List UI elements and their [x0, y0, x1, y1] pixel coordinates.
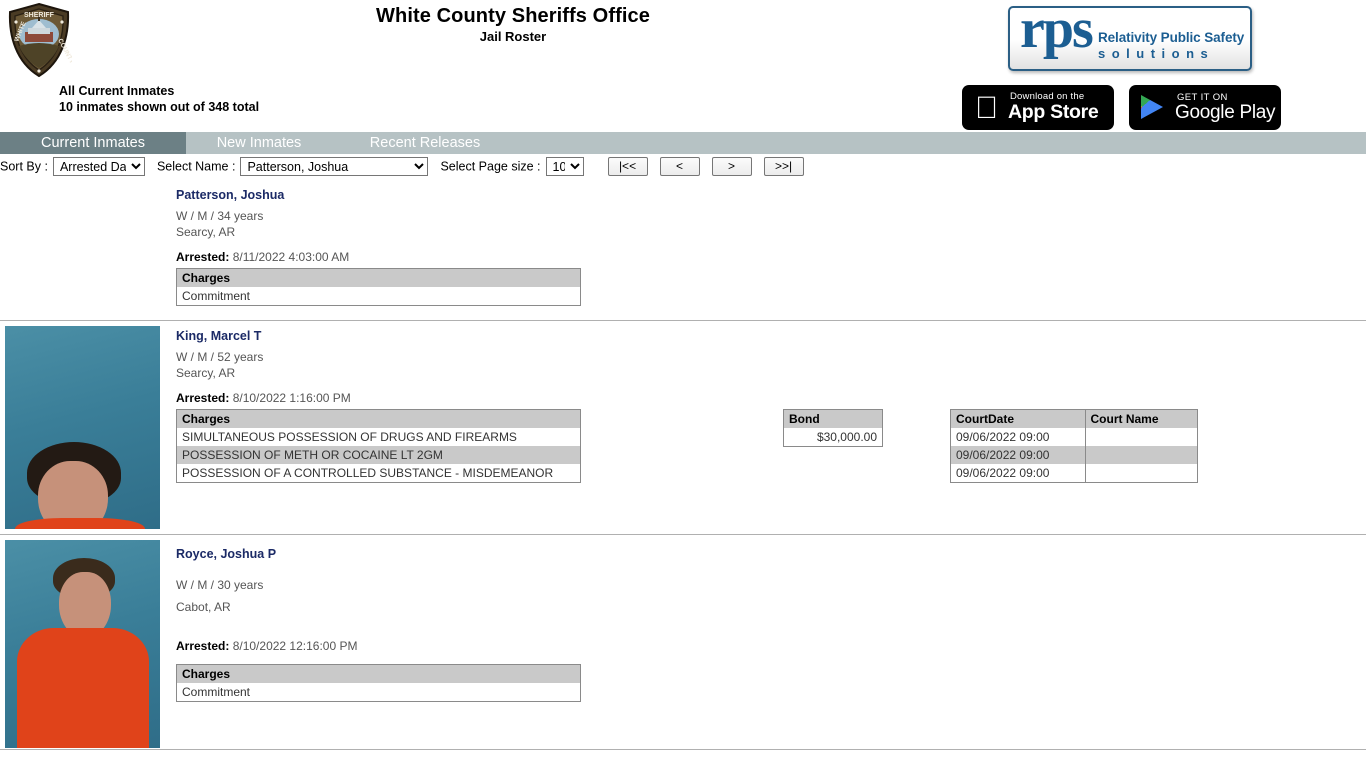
inmate-tables: Charges SIMULTANEOUS POSSESSION OF DRUGS…: [176, 409, 1366, 483]
arrested-value: 8/10/2022 1:16:00 PM: [232, 391, 351, 405]
bond-header: Bond: [783, 409, 883, 428]
charges-table: Charges Commitment: [176, 268, 581, 306]
google-play-icon: [1141, 95, 1163, 119]
inmate-name-link[interactable]: Royce, Joshua P: [176, 547, 276, 561]
arrested-value: 8/11/2022 4:03:00 AM: [232, 250, 350, 264]
inmate-record: King, Marcel T W / M / 52 years Searcy, …: [0, 321, 1366, 535]
table-row: POSSESSION OF A CONTROLLED SUBSTANCE - M…: [176, 464, 581, 483]
sort-by-label: Sort By :: [0, 159, 48, 174]
inmate-arrested: Arrested: 8/11/2022 4:03:00 AM: [176, 250, 1366, 264]
charge-cell: POSSESSION OF METH OR COCAINE LT 2GM: [176, 446, 581, 464]
inmate-mugshot: [5, 326, 160, 529]
court-name-cell: [1084, 428, 1198, 446]
table-row: POSSESSION OF METH OR COCAINE LT 2GM: [176, 446, 581, 464]
inmate-arrested: Arrested: 8/10/2022 1:16:00 PM: [176, 391, 1366, 405]
court-date-cell: 09/06/2022 09:00: [950, 428, 1086, 446]
court-name-cell: [1084, 464, 1198, 483]
inmate-city: Searcy, AR: [176, 225, 236, 239]
page-size-label: Select Page size :: [440, 159, 541, 174]
inmate-city: Searcy, AR: [176, 366, 236, 380]
title-block: White County Sheriffs Office Jail Roster: [0, 5, 1026, 46]
arrested-label: Arrested:: [176, 391, 230, 405]
summary-line-2: 10 inmates shown out of 348 total: [59, 99, 260, 114]
charge-cell: POSSESSION OF A CONTROLLED SUBSTANCE - M…: [176, 464, 581, 483]
charges-header: Charges: [176, 664, 581, 683]
arrested-value: 8/10/2022 12:16:00 PM: [232, 639, 358, 653]
inmate-details: Royce, Joshua P W / M / 30 years Cabot, …: [170, 535, 1366, 710]
court-date-cell: 09/06/2022 09:00: [950, 446, 1086, 464]
court-date-cell: 09/06/2022 09:00: [950, 464, 1086, 483]
tab-bar: Current Inmates New Inmates Recent Relea…: [0, 132, 1366, 154]
tab-recent-releases[interactable]: Recent Releases: [340, 132, 510, 154]
inmate-details: Patterson, Joshua W / M / 34 years Searc…: [170, 180, 1366, 314]
roster-summary: All Current Inmates 10 inmates shown out…: [59, 84, 259, 115]
court-table: CourtDate Court Name 09/06/2022 09:00 09…: [950, 409, 1198, 483]
pager-prev-button[interactable]: <: [659, 157, 700, 176]
app-store-button[interactable]:  Download on the App Store: [962, 85, 1114, 130]
charges-header: Charges: [176, 409, 581, 428]
rps-logo-box: rps Relativity Public Safety solutions: [1008, 6, 1252, 71]
inmate-name-link[interactable]: King, Marcel T: [176, 329, 261, 343]
inmate-tables: Charges Commitment: [176, 268, 1366, 306]
table-row: $30,000.00: [783, 428, 883, 447]
mugshot-uniform: [17, 628, 149, 748]
pager-next-button[interactable]: >: [711, 157, 752, 176]
page-header: SHERIFF WHITE COUNTY White County Sherif…: [0, 0, 1366, 132]
rps-tagline-1: Relativity Public Safety: [1098, 30, 1245, 45]
inmate-name-link[interactable]: Patterson, Joshua: [176, 188, 284, 202]
rps-tagline-2: solutions: [1098, 46, 1215, 61]
pager-last-button[interactable]: >>|: [763, 157, 804, 176]
inmate-arrested: Arrested: 8/10/2022 12:16:00 PM: [176, 639, 1366, 653]
bond-amount-cell: $30,000.00: [783, 428, 883, 447]
inmate-mugshot: [5, 540, 160, 748]
charges-table: Charges Commitment: [176, 664, 581, 702]
inmate-details: King, Marcel T W / M / 52 years Searcy, …: [170, 321, 1366, 491]
sort-by-select[interactable]: Arrested Date: [52, 157, 145, 176]
rps-logo: RPS rps Relativity Public Safety solutio…: [1008, 3, 1254, 73]
app-store-big-label: App Store: [1008, 101, 1099, 123]
court-name-cell: [1084, 446, 1198, 464]
court-date-header: CourtDate: [950, 409, 1086, 428]
inmate-demographics: W / M / 52 years: [176, 350, 264, 364]
inmate-record: Patterson, Joshua W / M / 34 years Searc…: [0, 180, 1366, 321]
charge-cell: SIMULTANEOUS POSSESSION OF DRUGS AND FIR…: [176, 428, 581, 446]
arrested-label: Arrested:: [176, 639, 230, 653]
table-row: 09/06/2022 09:00: [950, 464, 1198, 483]
page-title: White County Sheriffs Office: [376, 5, 650, 27]
tab-new-inmates[interactable]: New Inmates: [186, 132, 332, 154]
table-row: Commitment: [176, 683, 581, 702]
charges-header: Charges: [176, 268, 581, 287]
select-name-dropdown[interactable]: Patterson, Joshua: [240, 157, 429, 176]
google-play-button[interactable]: GET IT ON Google Play: [1129, 85, 1281, 130]
google-play-big-label: Google Play: [1175, 102, 1276, 123]
select-name-label: Select Name :: [156, 159, 236, 174]
bond-table: Bond $30,000.00: [783, 409, 883, 447]
table-row: 09/06/2022 09:00: [950, 446, 1198, 464]
toolbar: Sort By : Arrested Date Select Name : Pa…: [0, 154, 1366, 180]
arrested-label: Arrested:: [176, 250, 230, 264]
summary-line-1: All Current Inmates: [59, 84, 175, 98]
charge-cell: Commitment: [176, 683, 581, 702]
court-name-header: Court Name: [1084, 409, 1198, 428]
charge-cell: Commitment: [176, 287, 581, 306]
inmate-demographics: W / M / 30 years: [176, 578, 264, 592]
tab-current-inmates[interactable]: Current Inmates: [0, 132, 186, 154]
inmate-record: Royce, Joshua P W / M / 30 years Cabot, …: [0, 535, 1366, 750]
table-row: SIMULTANEOUS POSSESSION OF DRUGS AND FIR…: [176, 428, 581, 446]
mugshot-uniform: [15, 518, 145, 529]
rps-wordmark: rps: [1020, 6, 1094, 60]
page-size-select[interactable]: 10: [545, 157, 584, 176]
table-row: 09/06/2022 09:00: [950, 428, 1198, 446]
apple-logo-icon: : [975, 92, 998, 123]
page-subtitle: Jail Roster: [479, 29, 547, 44]
charges-table: Charges SIMULTANEOUS POSSESSION OF DRUGS…: [176, 409, 581, 483]
inmate-demographics: W / M / 34 years: [176, 209, 264, 223]
inmate-tables: Charges Commitment: [176, 664, 1366, 702]
inmate-city: Cabot, AR: [176, 600, 231, 614]
pager-first-button[interactable]: |<<: [607, 157, 648, 176]
